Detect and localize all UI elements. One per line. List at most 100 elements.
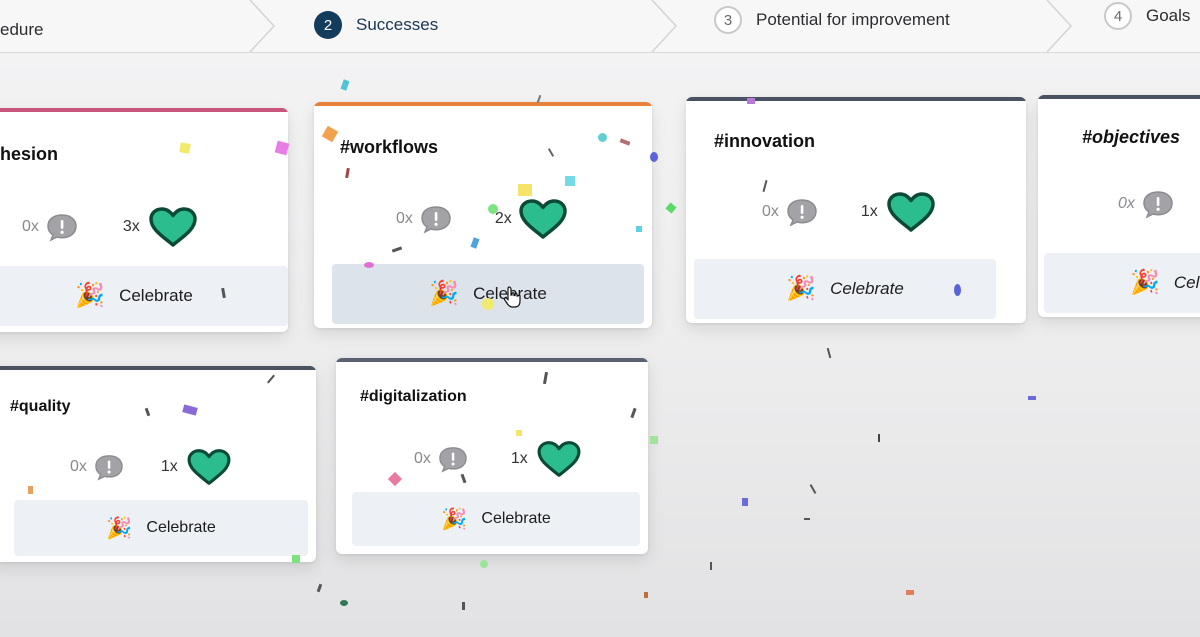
celebrate-label: Celebrate: [119, 286, 193, 305]
confetti-piece: [482, 298, 494, 310]
confetti-piece: [954, 284, 961, 296]
speech-bubble-exclamation-icon[interactable]: [45, 212, 79, 242]
card-reactions: 0x 1x: [762, 191, 936, 233]
confetti-piece: [906, 590, 914, 595]
card-accent: [336, 358, 648, 362]
step-label: Potential for improvement: [756, 10, 950, 29]
confetti-piece: [340, 600, 348, 606]
confetti-piece: [804, 518, 810, 520]
card-title: #digitalization: [360, 388, 467, 405]
card-accent: [686, 97, 1026, 101]
confetti-piece: [480, 560, 488, 568]
comment-count: 0x: [396, 210, 413, 227]
party-popper-icon: 🎉: [786, 275, 817, 302]
step-label: Successes: [356, 15, 439, 34]
card-accent: [0, 366, 316, 370]
card-title: #innovation: [714, 131, 816, 151]
card-title: hesion: [0, 144, 59, 164]
step-label: Goals: [1146, 6, 1191, 25]
comment-count: 0x: [22, 218, 39, 235]
confetti-piece: [636, 226, 642, 232]
confetti-piece: [316, 583, 323, 593]
celebrate-button[interactable]: 🎉 Celebrate: [14, 500, 308, 556]
hand-cursor-icon: [503, 286, 521, 308]
heart-count: 3x: [122, 218, 140, 235]
step-goals[interactable]: 4 Goals: [1104, 0, 1190, 34]
confetti-piece: [364, 262, 374, 268]
celebrate-button[interactable]: 🎉 Celebrate: [332, 264, 644, 324]
card-title: #objectives: [1082, 127, 1181, 147]
confetti-piece: [598, 133, 607, 142]
confetti-piece: [650, 152, 658, 162]
party-popper-icon: 🎉: [75, 282, 106, 309]
step-divider-icon: [1046, 0, 1073, 52]
celebrate-button[interactable]: 🎉 Celebrate: [694, 259, 996, 319]
card-accent: [1038, 95, 1200, 99]
confetti-piece: [292, 555, 300, 563]
topic-card-digitalization: #digitalization 0x 1x 🎉 Celebrate: [336, 358, 648, 554]
card-reactions: 0x 1x: [414, 440, 582, 478]
card-title: #quality: [10, 398, 71, 415]
step-number: 4: [1104, 2, 1132, 30]
card-accent: [0, 108, 288, 112]
confetti-piece: [340, 79, 350, 91]
topic-card-cohesion: hesion 0x 3x 🎉 Celebrate: [0, 108, 288, 332]
celebrate-button[interactable]: 🎉 Cele: [1044, 253, 1200, 313]
card-reactions: 0x: [1118, 189, 1175, 219]
heart-icon[interactable]: [518, 198, 568, 240]
celebrate-label: Celebrate: [830, 279, 904, 298]
confetti-piece: [826, 347, 832, 359]
confetti-piece: [710, 562, 712, 570]
speech-bubble-exclamation-icon[interactable]: [437, 445, 469, 473]
topic-card-quality: #quality 0x 1x 🎉 Celebrate: [0, 366, 316, 562]
celebrate-label: Celebrate: [146, 519, 216, 536]
confetti-piece: [462, 602, 465, 610]
heart-icon[interactable]: [536, 440, 582, 478]
heart-count: 1x: [860, 203, 878, 220]
party-popper-icon: 🎉: [106, 516, 133, 540]
comment-count: 0x: [414, 450, 431, 467]
step-successes[interactable]: 2 Successes: [314, 7, 438, 43]
confetti-piece: [644, 592, 648, 598]
step-potential-for-improvement[interactable]: 3 Potential for improvement: [714, 2, 950, 38]
topic-card-innovation: #innovation 0x 1x 🎉 Celebrate: [686, 97, 1026, 323]
celebrate-label: Cele: [1173, 273, 1200, 292]
heart-icon[interactable]: [148, 206, 198, 248]
confetti-piece: [809, 484, 817, 494]
speech-bubble-exclamation-icon[interactable]: [1141, 189, 1175, 219]
confetti-piece: [1028, 396, 1036, 400]
celebrate-button[interactable]: 🎉 Celebrate: [0, 266, 288, 326]
card-reactions: 0x 3x: [22, 206, 198, 248]
confetti-piece: [650, 436, 658, 444]
confetti-piece: [742, 498, 748, 506]
progress-stepper: edure 2 Successes 3 Potential for improv…: [0, 0, 1200, 53]
celebrate-button[interactable]: 🎉 Celebrate: [352, 492, 640, 546]
card-reactions: 0x 1x: [70, 448, 232, 486]
card-reactions: 0x 2x: [396, 198, 568, 240]
confetti-piece: [665, 202, 677, 214]
speech-bubble-exclamation-icon[interactable]: [419, 204, 453, 234]
step-number: 3: [714, 6, 742, 34]
comment-count: 0x: [70, 458, 87, 475]
confetti-piece: [28, 486, 33, 494]
party-popper-icon: 🎉: [1130, 269, 1160, 296]
speech-bubble-exclamation-icon[interactable]: [785, 197, 819, 227]
topic-card-objectives: #objectives 0x 🎉 Cele: [1038, 95, 1200, 317]
celebrate-label: Celebrate: [481, 510, 551, 527]
heart-icon[interactable]: [186, 448, 232, 486]
confetti-piece: [488, 204, 498, 214]
heart-count: 1x: [160, 458, 178, 475]
confetti-piece: [179, 142, 191, 154]
card-accent: [314, 102, 652, 106]
party-popper-icon: 🎉: [441, 507, 468, 531]
confetti-piece: [747, 98, 755, 104]
heart-icon[interactable]: [886, 191, 936, 233]
heart-count: 2x: [494, 210, 512, 227]
heart-count: 1x: [510, 450, 528, 467]
step-label: edure: [0, 20, 44, 39]
speech-bubble-exclamation-icon[interactable]: [93, 453, 125, 481]
confetti-piece: [565, 176, 575, 186]
comment-count: 0x: [1118, 195, 1135, 212]
step-procedure[interactable]: edure: [0, 12, 43, 48]
confetti-piece: [878, 434, 880, 442]
